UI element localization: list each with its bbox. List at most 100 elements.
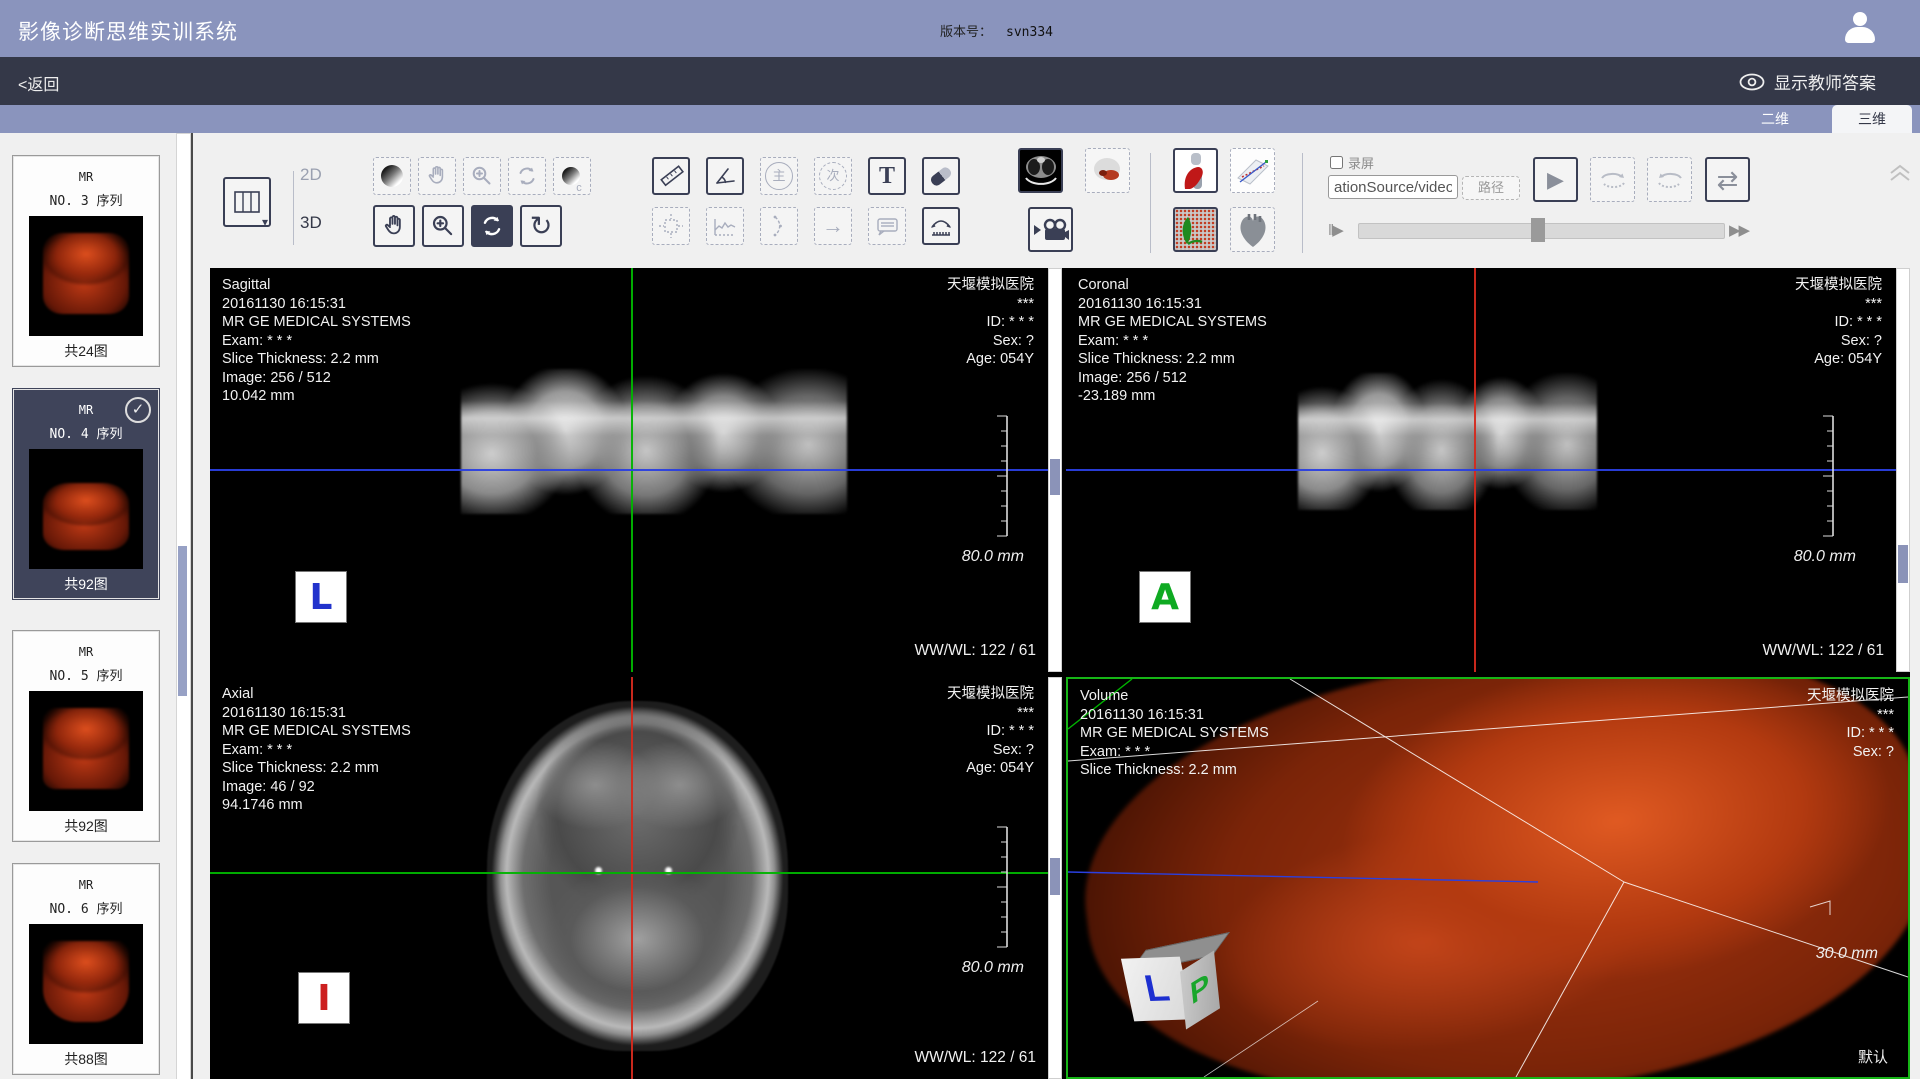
tab-2d[interactable]: 二维 [1740,105,1810,133]
pan-2d-button[interactable] [418,157,456,195]
rotate-3d-button-active[interactable] [471,205,513,247]
speed-slider-track[interactable] [1358,223,1725,239]
record-screen-option[interactable]: 录屏 [1330,153,1374,172]
version-value: svn334 [1006,25,1053,40]
wwwl-2d-button[interactable] [373,157,411,195]
sagittal-slice-scrollbar[interactable] [1048,268,1062,672]
toolbar-collapse-button[interactable] [1887,163,1913,183]
reset-view-button[interactable]: ↻ [520,205,562,247]
avatar-body [1845,27,1875,43]
step-backward-icon[interactable]: ‖▶ [1328,221,1342,239]
rotate-loop-ccw-button[interactable] [1647,157,1692,202]
series-modality: MR [13,170,159,184]
hand-icon [381,213,407,239]
orientation-letter: L [310,577,333,618]
text-annotation-button[interactable]: T [868,157,906,195]
scale-ruler [992,414,1012,538]
coronal-scrollbar-thumb[interactable] [1898,545,1908,583]
exam-label: Exam: * * * [222,332,411,351]
series-thumbnail-render [43,708,130,790]
segmentation-button[interactable] [1173,207,1218,252]
swap-direction-button[interactable]: ⇄ [1705,157,1750,202]
viewport-axial[interactable]: Axial 20161130 16:15:31 MR GE MEDICAL SY… [210,677,1048,1079]
loop-arrow-ccw-icon [1655,168,1685,192]
viewport-title: Volume [1080,687,1269,706]
viewport-volume-3d[interactable]: Volume 20161130 16:15:31 MR GE MEDICAL S… [1066,677,1910,1079]
profile-curve-button[interactable] [706,207,744,245]
patient-id: ID: * * * [1807,724,1894,743]
skull-render-button[interactable] [1085,148,1130,193]
slice-position: -23.189 mm [1078,387,1267,406]
series-thumbnail [29,449,143,569]
main-sequence-button[interactable]: 主 [760,157,798,195]
tab-3d[interactable]: 三维 [1832,105,1912,133]
wwwl-reset-2d-button[interactable]: c [553,157,591,195]
axial-scrollbar-thumb[interactable] [1050,858,1060,895]
orientation-letter: I [317,978,330,1019]
axial-crosshair-vertical[interactable] [631,677,633,1079]
zoom-3d-button[interactable] [422,205,464,247]
axial-crosshair-horizontal[interactable] [210,872,1048,874]
ct-lung-view-button[interactable] [1018,148,1063,193]
heart-render-button[interactable] [1230,207,1275,252]
series-count: 共92图 [13,574,159,594]
roi-box-button[interactable] [652,207,690,245]
window-level-readout: WW/WL: 122 / 61 [915,642,1036,660]
knee-render-button[interactable] [1173,148,1218,193]
eraser-button[interactable] [922,157,960,195]
series-thumbnail [29,691,143,811]
measure-length-button[interactable] [652,157,690,195]
zoom-2d-button[interactable] [463,157,501,195]
mpr-slab-button[interactable] [1230,148,1275,193]
selected-check-icon: ✓ [125,397,151,423]
spline-curve-button[interactable] [760,207,798,245]
orientation-letter-box: A [1139,571,1191,623]
back-button[interactable]: <返回 [18,71,59,95]
ct-lung-icon [1022,152,1060,190]
comment-button[interactable] [868,207,906,245]
sidebar-scrollbar-thumb[interactable] [178,546,187,696]
render-preset-label[interactable]: 默认 [1858,1046,1888,1067]
curve-measure-button[interactable] [922,207,960,245]
patient-name-masked: *** [947,704,1034,723]
patient-id: ID: * * * [947,313,1034,332]
show-teacher-answer-button[interactable]: 显示教师答案 [1739,69,1876,94]
series-count: 共24图 [13,341,159,361]
secondary-sequence-button[interactable]: 次 [814,157,852,195]
exam-label: Exam: * * * [222,741,411,760]
axial-slice-scrollbar[interactable] [1048,677,1062,1079]
series-card-3[interactable]: MR NO. 3 序列 共24图 [12,155,160,367]
user-avatar-icon[interactable] [1842,10,1878,46]
eraser-icon [929,165,953,187]
series-name: NO. 6 序列 [13,898,159,917]
layout-button[interactable]: ▾ [223,177,271,227]
fast-forward-icon[interactable]: ▶▶ [1729,221,1748,239]
hospital-name: 天堰模拟医院 [1807,687,1894,706]
measure-angle-button[interactable] [706,157,744,195]
series-card-5[interactable]: MR NO. 5 序列 共92图 [12,630,160,842]
orientation-cube[interactable]: L P [1124,941,1228,1037]
sagittal-scrollbar-thumb[interactable] [1050,459,1060,495]
sagittal-crosshair-horizontal[interactable] [210,469,1048,471]
magnifier-plus-icon [470,164,494,188]
study-datetime: 20161130 16:15:31 [222,704,411,723]
pan-3d-button[interactable] [373,205,415,247]
arrow-annotation-button[interactable]: → [814,207,852,245]
play-button[interactable]: ▶ [1533,157,1578,202]
video-path-input[interactable] [1328,175,1458,199]
rotate-loop-cw-button[interactable] [1590,157,1635,202]
viewport-coronal[interactable]: Coronal 20161130 16:15:31 MR GE MEDICAL … [1066,268,1896,672]
path-button[interactable]: 路径 [1462,176,1520,200]
rotate-2d-button[interactable] [508,157,546,195]
series-card-4-selected[interactable]: ✓ MR NO. 4 序列 共92图 [12,388,160,600]
coronal-slice-scrollbar[interactable] [1896,268,1910,672]
curved-ruler-icon [928,213,954,239]
coronal-crosshair-horizontal[interactable] [1066,469,1896,471]
speed-slider-thumb[interactable] [1531,218,1545,242]
series-card-6[interactable]: MR NO. 6 序列 共88图 [12,863,160,1075]
record-screen-checkbox[interactable] [1330,156,1343,169]
export-video-button[interactable] [1028,207,1073,252]
viewport-sagittal[interactable]: Sagittal 20161130 16:15:31 MR GE MEDICAL… [210,268,1048,672]
series-name: NO. 3 序列 [13,190,159,209]
sidebar-scrollbar[interactable] [176,133,191,1079]
